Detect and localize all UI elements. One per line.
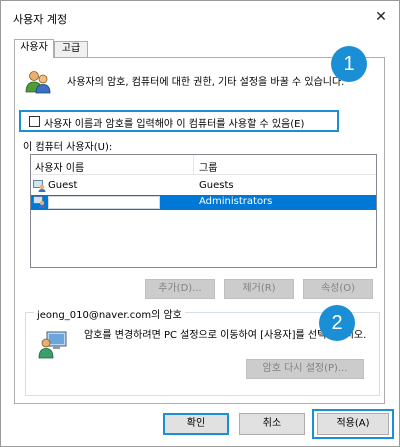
intro-text: 사용자의 암호, 컴퓨터에 대한 권한, 기타 설정을 바꿀 수 있습니다. (67, 77, 345, 88)
row-username-redacted (48, 196, 160, 209)
close-button[interactable]: ✕ (371, 7, 391, 27)
step-badge-2: 2 (319, 305, 355, 341)
apply-button[interactable]: 적용(A) (317, 413, 389, 435)
user-accounts-dialog: 사용자 계정 ✕ 사용자 고급 사용자의 암호, 컴퓨터에 대한 권한, 기타 … (0, 0, 400, 447)
step-badge-1: 1 (331, 46, 367, 82)
user-properties-button[interactable]: 속성(O) (303, 279, 373, 299)
tab-advanced[interactable]: 고급 (54, 41, 88, 57)
column-divider[interactable] (193, 155, 194, 175)
users-list[interactable]: 사용자 이름 그룹 Guest Guests Administrators (30, 154, 377, 268)
user-computer-icon (38, 331, 67, 359)
users-icon (25, 71, 51, 94)
cancel-button[interactable]: 취소 (239, 413, 305, 435)
users-list-label: 이 컴퓨터 사용자(U): (23, 142, 113, 153)
password-group-title: jeong_010@naver.com의 암호 (34, 306, 185, 321)
add-user-button[interactable]: 추가(D)... (145, 279, 215, 299)
remove-user-button[interactable]: 제거(R) (224, 279, 294, 299)
user-account-icon (33, 180, 46, 192)
row-group: Administrators (199, 196, 273, 207)
require-login-checkbox[interactable] (29, 116, 40, 127)
title-bar: 사용자 계정 ✕ (1, 1, 399, 35)
users-tab-panel: 사용자의 암호, 컴퓨터에 대한 권한, 기타 설정을 바꿀 수 있습니다. 사… (14, 57, 385, 404)
window-title: 사용자 계정 (13, 13, 68, 26)
require-login-highlight: 사용자 이름과 암호를 입력해야 이 컴퓨터를 사용할 수 있음(E) (19, 110, 339, 132)
table-row-selected[interactable]: Administrators (31, 195, 376, 210)
row-username: Guest (48, 180, 78, 191)
column-header-group[interactable]: 그룹 (199, 159, 217, 174)
reset-password-button[interactable]: 암호 다시 설정(P)... (246, 359, 364, 379)
table-row[interactable]: Guest Guests (31, 179, 376, 194)
row-group: Guests (199, 180, 234, 191)
users-list-header: 사용자 이름 그룹 (31, 155, 376, 175)
tab-users[interactable]: 사용자 (14, 39, 54, 58)
ok-button[interactable]: 확인 (163, 413, 229, 435)
column-header-username[interactable]: 사용자 이름 (35, 159, 84, 174)
user-account-icon (33, 196, 46, 208)
require-login-label[interactable]: 사용자 이름과 암호를 입력해야 이 컴퓨터를 사용할 수 있음(E) (44, 115, 304, 130)
